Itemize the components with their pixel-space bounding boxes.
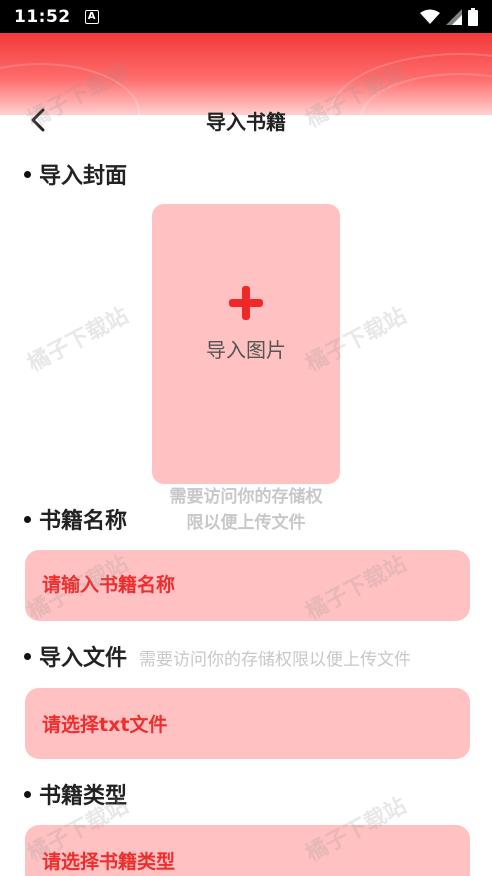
file-section-label: 导入文件 需要访问你的存储权限以便上传文件: [24, 640, 411, 672]
status-time: 11:52: [14, 6, 71, 27]
select-file-label: 请选择txt文件: [42, 714, 168, 736]
notification-icon: A: [84, 9, 99, 24]
back-button[interactable]: [24, 106, 52, 134]
import-cover-button[interactable]: 导入图片: [152, 204, 340, 484]
watermark: 橘子下载站: [23, 303, 133, 378]
bullet-icon: [24, 791, 31, 798]
plus-icon: [229, 285, 263, 320]
file-permission-hint: 需要访问你的存储权限以便上传文件: [139, 650, 412, 670]
cover-hint-line2: 限以便上传文件: [186, 513, 306, 533]
bullet-icon: [24, 653, 31, 660]
chevron-left-icon: [31, 108, 45, 132]
page-title: 导入书籍: [206, 109, 286, 134]
bullet-icon: [24, 171, 31, 178]
signal-icon: [446, 8, 462, 25]
select-book-type-label: 请选择书籍类型: [42, 851, 176, 873]
status-bar: 11:52 A: [0, 0, 492, 33]
select-file-button[interactable]: 请选择txt文件: [25, 688, 470, 759]
cover-hint-line1: 需要访问你的存储权: [169, 487, 323, 507]
select-book-type-button[interactable]: 请选择书籍类型: [25, 825, 470, 876]
book-name-label-text: 书籍名称: [39, 509, 128, 534]
book-name-input[interactable]: [25, 550, 470, 621]
status-icons: [420, 7, 478, 26]
battery-icon: [468, 7, 478, 26]
cover-label-text: 导入封面: [39, 164, 128, 189]
import-image-label: 导入图片: [206, 337, 286, 362]
title-bar: 导入书籍: [0, 100, 492, 140]
wifi-icon: [420, 9, 440, 24]
cover-section-label: 导入封面: [24, 158, 127, 190]
book-name-section-label: 书籍名称: [24, 503, 127, 535]
file-label-text: 导入文件: [39, 646, 128, 671]
cover-permission-hint: 需要访问你的存储权 限以便上传文件: [152, 484, 340, 536]
book-type-label-text: 书籍类型: [39, 784, 128, 809]
bullet-icon: [24, 516, 31, 523]
book-type-section-label: 书籍类型: [24, 778, 127, 810]
